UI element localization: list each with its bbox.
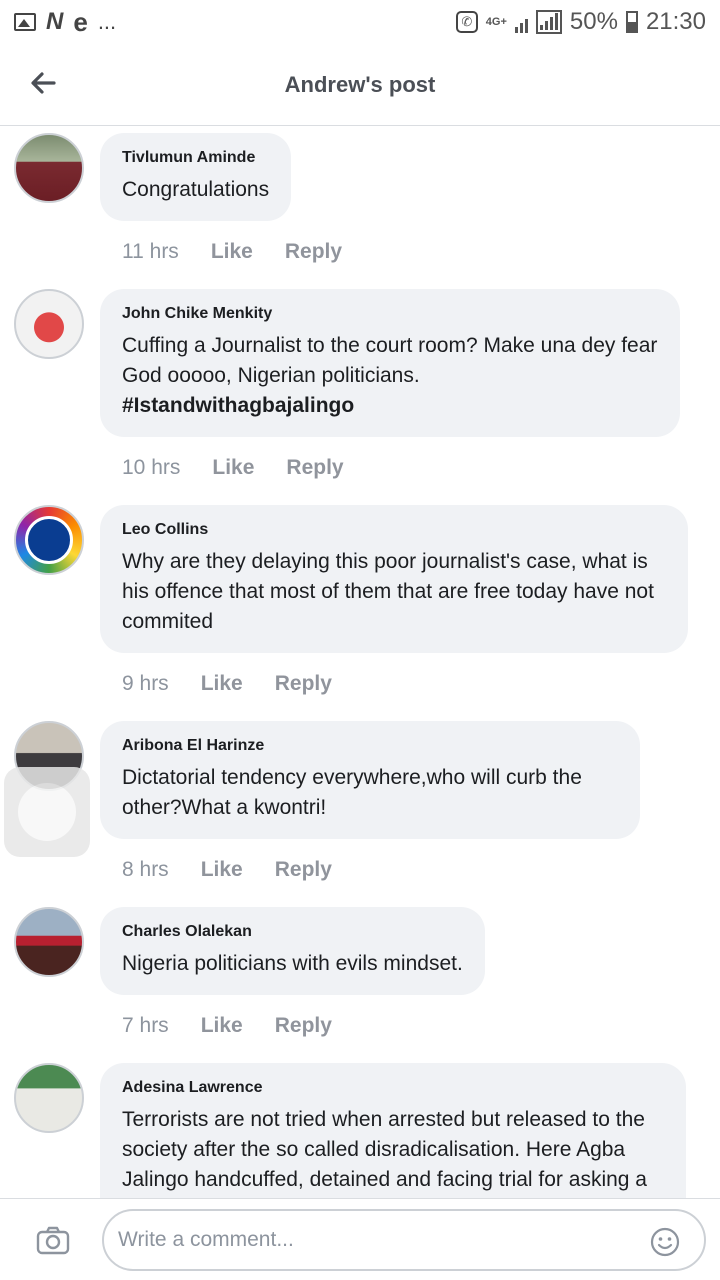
comment-text: Nigeria politicians with evils mindset. — [122, 952, 463, 975]
comment-hashtag[interactable]: #Istandwithagbajalingo — [122, 391, 658, 421]
comment-text: Cuffing a Journalist to the court room? … — [122, 334, 664, 387]
comment-time: 7 hrs — [122, 1014, 169, 1037]
comment-author[interactable]: John Chike Menkity — [122, 305, 658, 323]
comment-meta: 7 hrs Like Reply — [122, 995, 720, 1057]
comment-bubble[interactable]: Leo Collins Why are they delaying this p… — [100, 505, 688, 653]
comment-time: 10 hrs — [122, 456, 181, 479]
battery-percent: 50% — [569, 8, 618, 35]
status-bar: N e ... ✆ 4G+ 50% 21:30 — [0, 0, 720, 44]
comment-list[interactable]: Tivlumun Aminde Congratulations 11 hrs L… — [0, 127, 720, 1198]
avatar[interactable] — [14, 133, 84, 203]
gallery-icon — [14, 13, 36, 31]
comment-bubble[interactable]: Aribona El Harinze Dictatorial tendency … — [100, 721, 640, 839]
signal-icon-2 — [535, 10, 562, 34]
floating-chat-head[interactable] — [4, 767, 90, 857]
comment-author[interactable]: Leo Collins — [122, 521, 666, 539]
comment-item: John Chike Menkity Cuffing a Journalist … — [14, 283, 720, 499]
comment-item: Aribona El Harinze Dictatorial tendency … — [14, 715, 720, 901]
comment-bubble[interactable]: Charles Olalekan Nigeria politicians wit… — [100, 907, 485, 995]
comment-input[interactable]: Write a comment... — [102, 1209, 706, 1271]
like-button[interactable]: Like — [201, 672, 243, 696]
reply-button[interactable]: Reply — [275, 1014, 332, 1038]
comment-time: 9 hrs — [122, 672, 169, 695]
reply-button[interactable]: Reply — [286, 456, 343, 480]
avatar[interactable] — [14, 907, 84, 977]
comment-item: Tivlumun Aminde Congratulations 11 hrs L… — [14, 127, 720, 283]
back-button[interactable] — [26, 66, 60, 100]
like-button[interactable]: Like — [212, 456, 254, 480]
comment-time: 8 hrs — [122, 858, 169, 881]
comment-author[interactable]: Charles Olalekan — [122, 923, 463, 941]
comment-bubble[interactable]: John Chike Menkity Cuffing a Journalist … — [100, 289, 680, 437]
comment-meta: 10 hrs Like Reply — [122, 437, 720, 499]
comment-meta: 8 hrs Like Reply — [122, 839, 720, 901]
avatar[interactable] — [14, 505, 84, 575]
avatar[interactable] — [14, 1063, 84, 1133]
comment-input-placeholder: Write a comment... — [118, 1228, 294, 1251]
like-button[interactable]: Like — [201, 858, 243, 882]
signal-icon — [514, 11, 528, 33]
avatar[interactable] — [14, 289, 84, 359]
carrier-n-icon: N — [46, 8, 64, 35]
comment-item: Adesina Lawrence Terrorists are not trie… — [14, 1057, 720, 1198]
comment-bubble[interactable]: Adesina Lawrence Terrorists are not trie… — [100, 1063, 686, 1198]
phone-icon: ✆ — [455, 11, 478, 33]
reply-button[interactable]: Reply — [285, 240, 342, 264]
comment-item: Leo Collins Why are they delaying this p… — [14, 499, 720, 715]
header: Andrew's post — [0, 44, 720, 126]
comment-meta: 11 hrs Like Reply — [122, 221, 720, 283]
network-type: 4G+ — [485, 15, 507, 28]
comment-text: Terrorists are not tried when arrested b… — [122, 1108, 647, 1191]
more-notifications: ... — [97, 9, 117, 34]
emoji-button[interactable] — [650, 1227, 680, 1257]
clock: 21:30 — [645, 8, 706, 35]
comment-text: Why are they delaying this poor journali… — [122, 550, 660, 633]
comment-text: Congratulations — [122, 178, 270, 201]
reply-button[interactable]: Reply — [275, 858, 332, 882]
comment-author[interactable]: Aribona El Harinze — [122, 737, 618, 755]
camera-button[interactable] — [36, 1225, 70, 1255]
comment-author[interactable]: Adesina Lawrence — [122, 1079, 664, 1097]
like-button[interactable]: Like — [201, 1014, 243, 1038]
comment-author[interactable]: Tivlumun Aminde — [122, 149, 269, 167]
arrow-left-icon — [31, 72, 56, 94]
camera-icon — [36, 1226, 70, 1255]
carrier-e-icon: e — [73, 6, 88, 37]
comment-text: Dictatorial tendency everywhere,who will… — [122, 766, 588, 819]
comment-time: 11 hrs — [122, 240, 179, 263]
comment-composer: Write a comment... — [0, 1198, 720, 1280]
battery-icon — [625, 11, 638, 33]
comment-bubble[interactable]: Tivlumun Aminde Congratulations — [100, 133, 292, 221]
like-button[interactable]: Like — [211, 240, 253, 264]
comment-meta: 9 hrs Like Reply — [122, 653, 720, 715]
page-title: Andrew's post — [284, 71, 436, 97]
emoji-icon — [650, 1227, 680, 1257]
comment-item: Charles Olalekan Nigeria politicians wit… — [14, 901, 720, 1057]
reply-button[interactable]: Reply — [275, 672, 332, 696]
